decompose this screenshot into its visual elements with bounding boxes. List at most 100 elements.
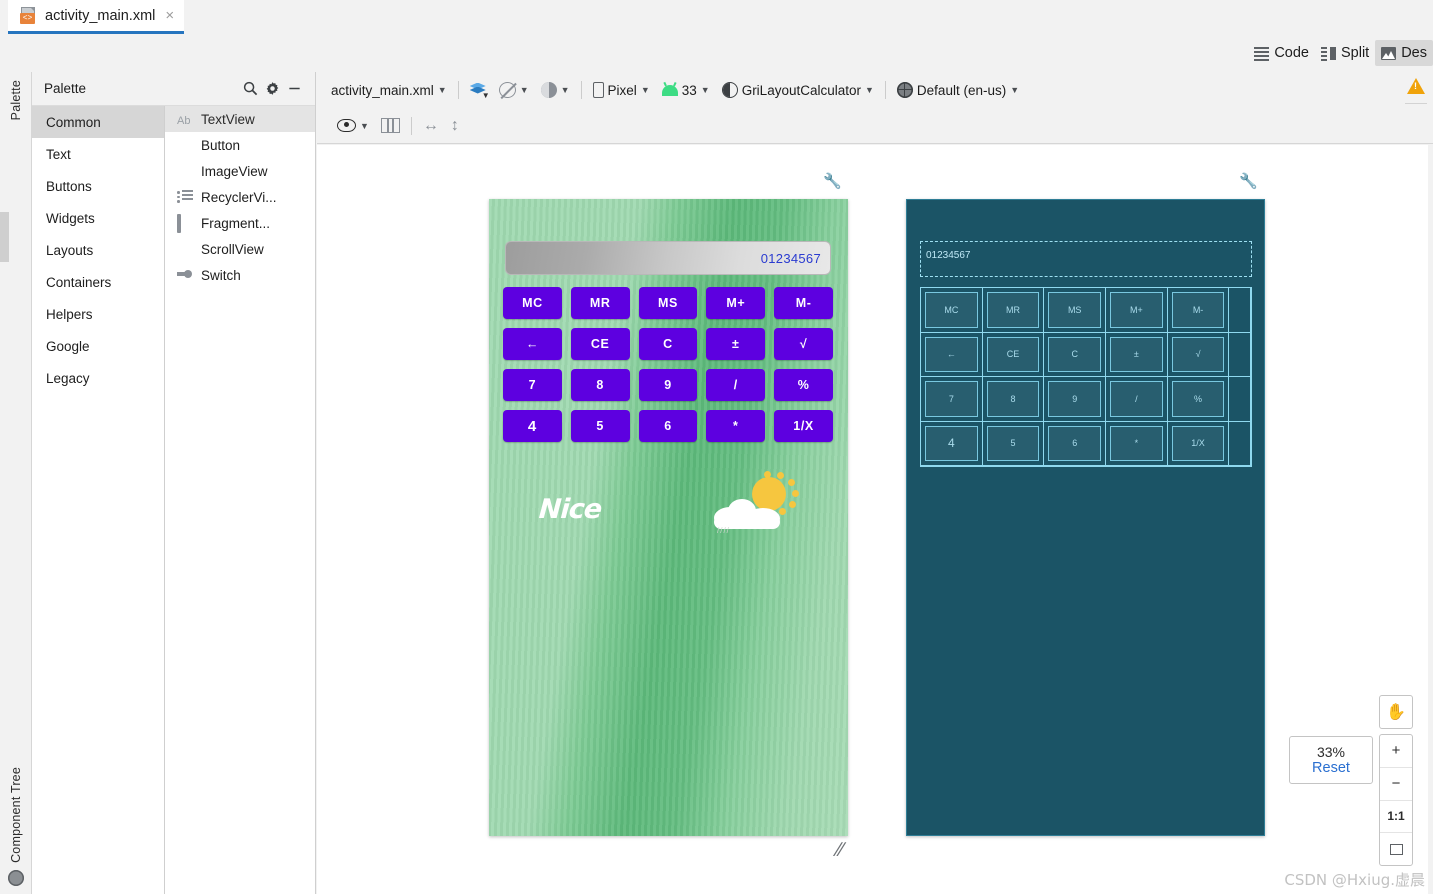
palette-category-layouts[interactable]: Layouts (32, 234, 164, 266)
key-reciprocal[interactable]: 1/X (774, 410, 833, 442)
palette-category-helpers[interactable]: Helpers (32, 298, 164, 330)
tab-design[interactable]: Des (1375, 40, 1433, 66)
key-plus-minus[interactable]: ± (706, 328, 766, 360)
blueprint-preview[interactable]: 01234567 MC MR MS M+ M- ← CE C ± √ 7 8 9… (906, 199, 1265, 836)
blueprint-cell[interactable]: CE (982, 332, 1045, 377)
blueprint-display[interactable]: 01234567 (920, 241, 1252, 277)
calculator-display[interactable]: 01234567 (505, 241, 831, 275)
zoom-reset-button[interactable]: Reset (1312, 760, 1350, 776)
blueprint-toggle-button[interactable]: ▼ (493, 77, 535, 103)
device-selector[interactable]: Pixel ▼ (587, 77, 656, 103)
blueprint-cell-spacer[interactable] (1229, 332, 1251, 377)
blueprint-cell[interactable]: 8 (982, 377, 1045, 422)
palette-widget-recyclerview[interactable]: RecyclerVi... (165, 184, 315, 210)
blueprint-cell[interactable]: 1/X (1167, 421, 1230, 466)
key-c[interactable]: C (638, 328, 698, 360)
blueprint-cell[interactable]: 5 (982, 421, 1045, 466)
panel-resize-handle[interactable] (0, 212, 9, 262)
key-backspace[interactable]: ← (503, 328, 562, 360)
blueprint-key-mc: MC (925, 292, 978, 328)
key-ms[interactable]: MS (638, 287, 698, 319)
visibility-options-button[interactable]: ▼ (331, 113, 375, 139)
close-icon[interactable]: × (165, 7, 174, 24)
key-m-plus[interactable]: M+ (706, 287, 766, 319)
search-icon[interactable] (239, 78, 261, 100)
api-level-selector[interactable]: 33 ▼ (656, 77, 716, 103)
key-mc[interactable]: MC (503, 287, 562, 319)
blueprint-cell[interactable]: MS (1044, 288, 1107, 333)
key-5[interactable]: 5 (570, 410, 630, 442)
rail-item-palette[interactable]: Palette (0, 78, 316, 894)
layout-file-selector[interactable]: activity_main.xml ▼ (325, 77, 453, 103)
warning-icon[interactable] (1407, 78, 1425, 94)
match-height-button[interactable]: ↕ (445, 113, 465, 139)
blueprint-cell[interactable]: ← (921, 332, 983, 377)
palette-widget-switch[interactable]: Switch (165, 262, 315, 288)
blueprint-cell[interactable]: * (1106, 421, 1168, 466)
blueprint-cell[interactable]: M+ (1106, 288, 1168, 333)
design-surface[interactable]: 🔧 🔧 01234567 MC MR MS M+ M- ← CE C ± √ 7… (317, 145, 1433, 894)
blueprint-cell[interactable]: / (1106, 377, 1168, 422)
key-m-minus[interactable]: M- (774, 287, 833, 319)
layout-columns-button[interactable] (375, 113, 406, 139)
blueprint-cell-spacer[interactable] (1229, 421, 1251, 466)
blueprint-cell[interactable]: C (1044, 332, 1107, 377)
palette-category-common[interactable]: Common (32, 106, 164, 138)
blueprint-cell-spacer[interactable] (1229, 377, 1251, 422)
palette-category-widgets[interactable]: Widgets (32, 202, 164, 234)
device-preview[interactable]: 01234567 MC MR MS M+ M- ← CE C ± √ 7 8 9… (489, 199, 848, 836)
key-ce[interactable]: CE (570, 328, 630, 360)
key-percent[interactable]: % (774, 369, 833, 401)
key-8[interactable]: 8 (570, 369, 630, 401)
palette-category-legacy[interactable]: Legacy (32, 362, 164, 394)
blueprint-cell[interactable]: ± (1106, 332, 1168, 377)
editor-tab-activity-main-xml[interactable]: <> activity_main.xml × (8, 0, 185, 34)
blueprint-cell[interactable]: M- (1167, 288, 1230, 333)
minimize-icon[interactable] (283, 78, 305, 100)
wrench-icon[interactable]: 🔧 (823, 173, 842, 191)
rail-item-component-tree[interactable]: Component Tree (0, 765, 32, 886)
key-mr[interactable]: MR (570, 287, 630, 319)
blueprint-cell[interactable]: MC (921, 288, 983, 333)
key-7[interactable]: 7 (503, 369, 562, 401)
design-surface-mode-button[interactable]: ▼ (464, 77, 493, 103)
blueprint-cell-spacer[interactable] (1229, 288, 1251, 333)
blueprint-cell[interactable]: 9 (1044, 377, 1107, 422)
resize-handle-icon[interactable]: ∕∕ (837, 840, 867, 872)
blueprint-cell[interactable]: 7 (921, 377, 983, 422)
theme-selector[interactable]: GriLayoutCalculator ▼ (716, 77, 880, 103)
palette-category-buttons[interactable]: Buttons (32, 170, 164, 202)
palette-widget-scrollview[interactable]: ScrollView (165, 236, 315, 262)
key-sqrt[interactable]: √ (774, 328, 833, 360)
palette-category-containers[interactable]: Containers (32, 266, 164, 298)
zoom-out-button[interactable]: − (1380, 766, 1412, 800)
blueprint-cell[interactable]: 4 (921, 421, 983, 466)
key-9[interactable]: 9 (638, 369, 698, 401)
blueprint-key-ce: CE (986, 336, 1040, 372)
gear-icon[interactable] (261, 78, 283, 100)
tab-code[interactable]: Code (1248, 40, 1315, 66)
vertical-scrollbar[interactable] (1428, 145, 1433, 894)
match-width-button[interactable]: ↔ (417, 113, 445, 139)
tab-split[interactable]: Split (1315, 40, 1375, 66)
wrench-icon[interactable]: 🔧 (1239, 173, 1258, 191)
key-4[interactable]: 4 (503, 410, 562, 442)
key-6[interactable]: 6 (638, 410, 698, 442)
zoom-to-fit-button[interactable] (1380, 832, 1412, 865)
zoom-in-button[interactable]: + (1380, 735, 1412, 767)
zoom-actual-size-button[interactable]: 1:1 (1380, 799, 1412, 833)
palette-category-google[interactable]: Google (32, 330, 164, 362)
blueprint-cell[interactable]: √ (1167, 332, 1230, 377)
palette-widget-fragment[interactable]: Fragment... (165, 210, 315, 236)
ui-mode-button[interactable]: ▼ (535, 77, 576, 103)
palette-category-text[interactable]: Text (32, 138, 164, 170)
key-divide[interactable]: / (706, 369, 766, 401)
blueprint-cell[interactable]: MR (982, 288, 1045, 333)
pan-hand-icon[interactable]: ✋ (1379, 695, 1413, 729)
blueprint-cell[interactable]: 6 (1044, 421, 1107, 466)
blueprint-cell[interactable]: % (1167, 377, 1230, 422)
locale-selector[interactable]: Default (en-us) ▼ (891, 77, 1025, 103)
palette-widget-textview[interactable]: Ab TextView (165, 106, 315, 132)
palette-widget-imageview[interactable]: ImageView (165, 158, 315, 184)
key-multiply[interactable]: * (706, 410, 766, 442)
